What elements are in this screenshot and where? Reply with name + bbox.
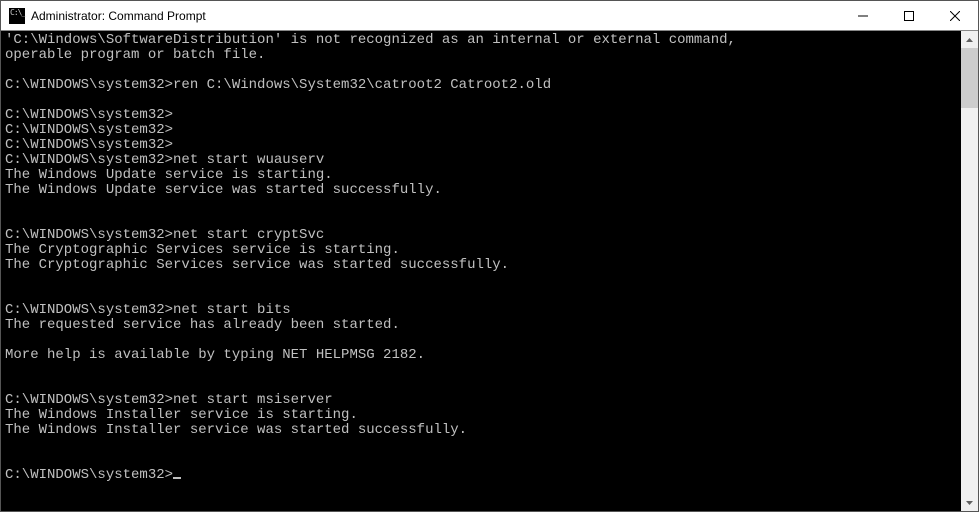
scroll-track[interactable]	[961, 48, 978, 494]
console-line: C:\WINDOWS\system32>	[5, 468, 961, 483]
console-line: The requested service has already been s…	[5, 318, 961, 333]
maximize-button[interactable]	[886, 1, 932, 31]
scroll-up-button[interactable]	[961, 31, 978, 48]
console-line: C:\WINDOWS\system32>net start wuauserv	[5, 153, 961, 168]
minimize-icon	[858, 11, 868, 21]
cmd-icon	[9, 8, 25, 24]
console-line: More help is available by typing NET HEL…	[5, 348, 961, 363]
console-line: C:\WINDOWS\system32>net start bits	[5, 303, 961, 318]
console-output[interactable]: 'C:\Windows\SoftwareDistribution' is not…	[1, 31, 961, 511]
vertical-scrollbar[interactable]	[961, 31, 978, 511]
console-line: The Windows Update service was started s…	[5, 183, 961, 198]
console-line: The Windows Installer service is startin…	[5, 408, 961, 423]
console-line	[5, 288, 961, 303]
console-line	[5, 213, 961, 228]
console-line	[5, 378, 961, 393]
console-line	[5, 198, 961, 213]
close-icon	[950, 11, 960, 21]
text-cursor	[173, 477, 181, 479]
console-line	[5, 63, 961, 78]
minimize-button[interactable]	[840, 1, 886, 31]
console-line: C:\WINDOWS\system32>net start msiserver	[5, 393, 961, 408]
console-line: C:\WINDOWS\system32>	[5, 138, 961, 153]
console-line	[5, 363, 961, 378]
window-title: Administrator: Command Prompt	[31, 9, 206, 23]
console-line	[5, 453, 961, 468]
console-line: The Windows Installer service was starte…	[5, 423, 961, 438]
console-line	[5, 438, 961, 453]
console-line: C:\WINDOWS\system32>	[5, 108, 961, 123]
maximize-icon	[904, 11, 914, 21]
console-line: operable program or batch file.	[5, 48, 961, 63]
console-line: 'C:\Windows\SoftwareDistribution' is not…	[5, 33, 961, 48]
console-line: C:\WINDOWS\system32>ren C:\Windows\Syste…	[5, 78, 961, 93]
console-line: C:\WINDOWS\system32>net start cryptSvc	[5, 228, 961, 243]
chevron-down-icon	[966, 501, 973, 505]
console-line	[5, 93, 961, 108]
console-line: C:\WINDOWS\system32>	[5, 123, 961, 138]
chevron-up-icon	[966, 38, 973, 42]
close-button[interactable]	[932, 1, 978, 31]
console-line: The Windows Update service is starting.	[5, 168, 961, 183]
scroll-down-button[interactable]	[961, 494, 978, 511]
titlebar: Administrator: Command Prompt	[1, 1, 978, 31]
console-line	[5, 333, 961, 348]
console-line: The Cryptographic Services service was s…	[5, 258, 961, 273]
console-line: The Cryptographic Services service is st…	[5, 243, 961, 258]
scroll-thumb[interactable]	[961, 48, 978, 108]
console-line	[5, 273, 961, 288]
client-area: 'C:\Windows\SoftwareDistribution' is not…	[1, 31, 978, 511]
